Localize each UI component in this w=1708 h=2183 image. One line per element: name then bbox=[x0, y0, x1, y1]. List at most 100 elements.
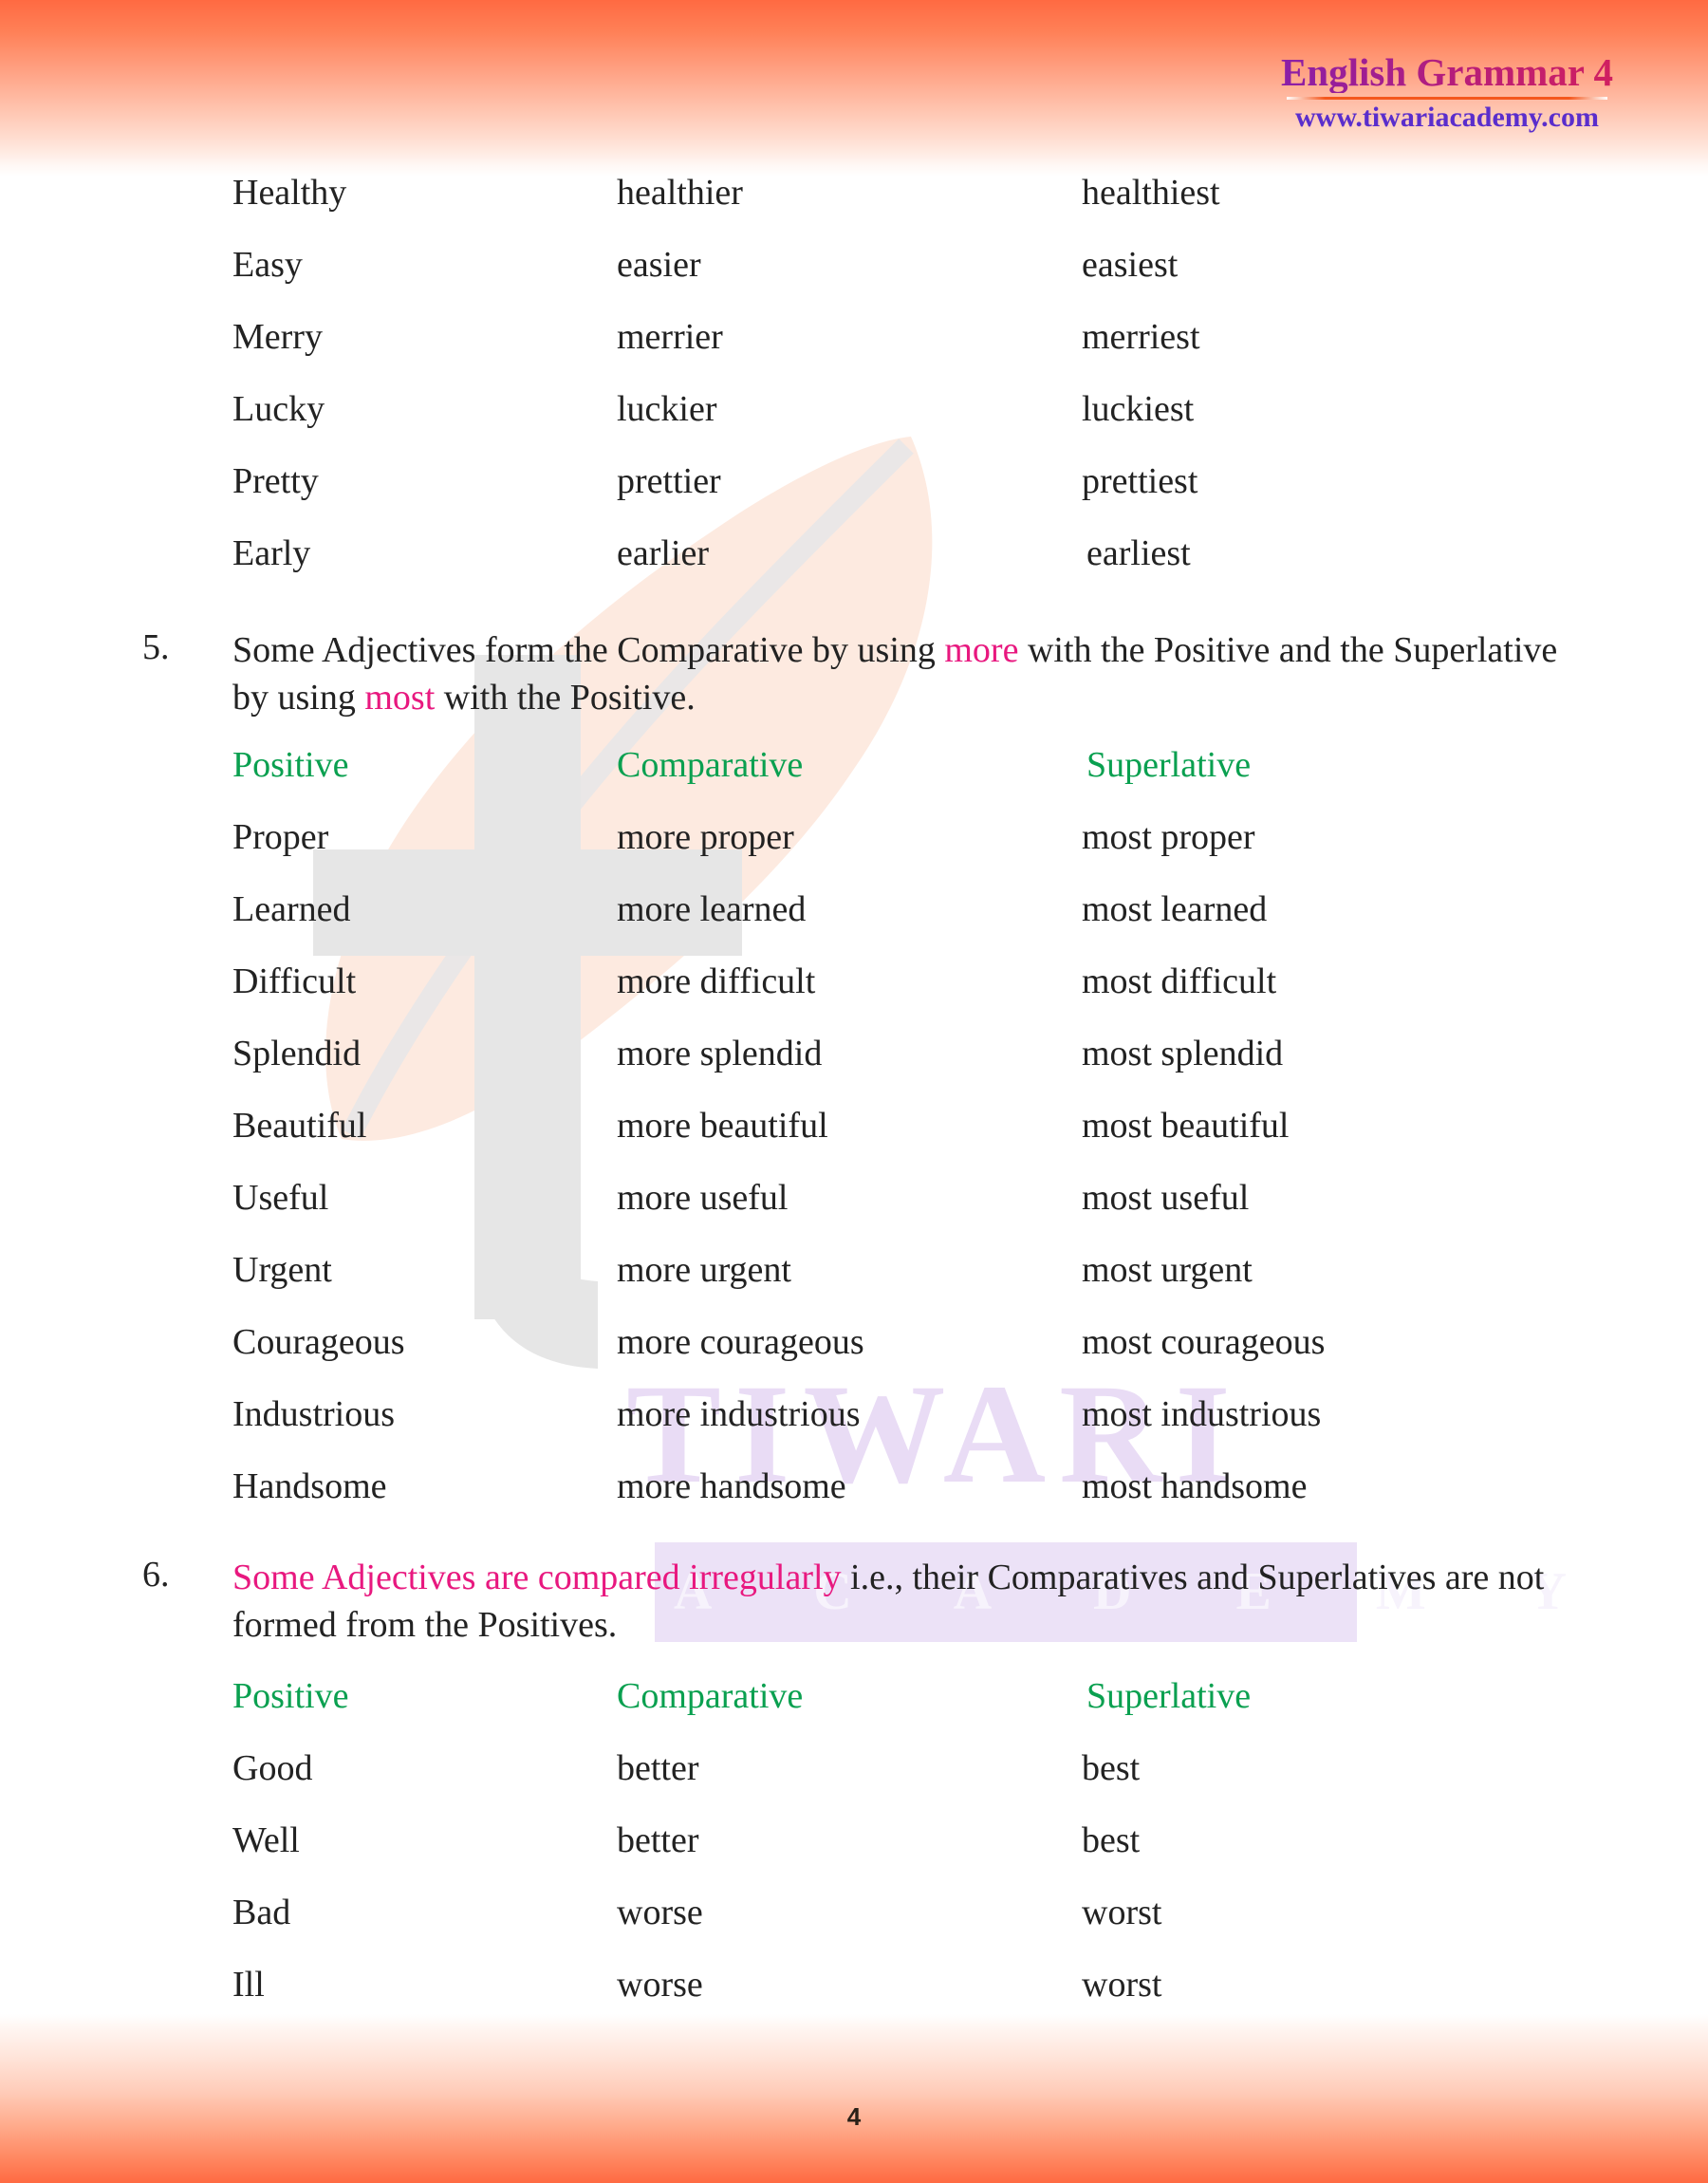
table-row: Useful more useful most useful bbox=[232, 1180, 1580, 1252]
cell-positive: Industrious bbox=[232, 1394, 395, 1434]
cell-comparative: worse bbox=[617, 1893, 703, 1932]
cell-positive: Proper bbox=[232, 817, 329, 857]
more-most-table: Positive Comparative Superlative Proper … bbox=[232, 747, 1580, 1540]
header-divider bbox=[1286, 97, 1607, 101]
cell-positive: Ill bbox=[232, 1965, 265, 2005]
table-row: Pretty prettier prettiest bbox=[232, 463, 1580, 535]
point-6-text: Some Adjectives are compared irregularly… bbox=[232, 1554, 1580, 1649]
cell-comparative: more proper bbox=[617, 817, 794, 857]
cell-superlative: most beautiful bbox=[1082, 1106, 1290, 1146]
table-row: Proper more proper most proper bbox=[232, 819, 1580, 891]
website-url[interactable]: www.tiwariacademy.com bbox=[1281, 103, 1613, 133]
document-page: TIWARI A C A D E M Y English Grammar 4 w… bbox=[0, 0, 1708, 2183]
cell-comparative: easier bbox=[617, 245, 701, 285]
header-superlative: Superlative bbox=[1086, 1676, 1252, 1716]
point-5-text: Some Adjectives form the Comparative by … bbox=[232, 626, 1580, 721]
cell-superlative: earliest bbox=[1086, 533, 1191, 573]
cell-positive: Splendid bbox=[232, 1034, 362, 1073]
cell-superlative: healthiest bbox=[1082, 173, 1220, 213]
table-row: Ill worse worst bbox=[232, 1967, 1580, 2039]
cell-superlative: most industrious bbox=[1082, 1394, 1322, 1434]
cell-comparative: more useful bbox=[617, 1178, 789, 1218]
table-row: Urgent more urgent most urgent bbox=[232, 1252, 1580, 1324]
footer-gradient-band bbox=[0, 2014, 1708, 2183]
cell-comparative: more courageous bbox=[617, 1322, 864, 1362]
cell-superlative: most useful bbox=[1082, 1178, 1250, 1218]
cell-positive: Good bbox=[232, 1748, 313, 1788]
header-comparative: Comparative bbox=[617, 745, 804, 785]
table-row: Easy easier easiest bbox=[232, 247, 1580, 319]
table-row: Good better best bbox=[232, 1750, 1580, 1822]
header-positive: Positive bbox=[232, 745, 349, 785]
table-header-row: Positive Comparative Superlative bbox=[232, 1678, 1580, 1750]
table-row: Well better best bbox=[232, 1822, 1580, 1894]
cell-superlative: most difficult bbox=[1082, 961, 1277, 1001]
table-row: Industrious more industrious most indust… bbox=[232, 1396, 1580, 1468]
point-6-paragraph: 6. Some Adjectives are compared irregula… bbox=[142, 1554, 1580, 1649]
point-5-highlight-most: most bbox=[364, 678, 436, 718]
cell-superlative: most urgent bbox=[1082, 1250, 1253, 1290]
cell-positive: Lucky bbox=[232, 389, 325, 429]
cell-positive: Early bbox=[232, 533, 311, 573]
cell-comparative: earlier bbox=[617, 533, 710, 573]
point-5-highlight-more: more bbox=[944, 630, 1019, 670]
cell-superlative: worst bbox=[1082, 1965, 1162, 2005]
cell-positive: Learned bbox=[232, 889, 351, 929]
point-5-number: 5. bbox=[142, 627, 170, 667]
table-row: Splendid more splendid most splendid bbox=[232, 1036, 1580, 1108]
cell-positive: Pretty bbox=[232, 461, 319, 501]
point-5-line1-before: Some Adjectives form the Comparative by … bbox=[232, 630, 945, 670]
cell-comparative: more urgent bbox=[617, 1250, 791, 1290]
table-row: Learned more learned most learned bbox=[232, 891, 1580, 963]
cell-superlative: most handsome bbox=[1082, 1466, 1308, 1506]
cell-positive: Healthy bbox=[232, 173, 347, 213]
table-row: Healthy healthier healthiest bbox=[232, 175, 1580, 247]
cell-positive: Urgent bbox=[232, 1250, 332, 1290]
cell-positive: Easy bbox=[232, 245, 303, 285]
cell-superlative: most learned bbox=[1082, 889, 1268, 929]
cell-positive: Useful bbox=[232, 1178, 329, 1218]
table-row: Bad worse worst bbox=[232, 1894, 1580, 1967]
table-row: Handsome more handsome most handsome bbox=[232, 1468, 1580, 1540]
table-row: Merry merrier merriest bbox=[232, 319, 1580, 391]
page-number: 4 bbox=[846, 2102, 862, 2131]
cell-superlative: luckiest bbox=[1082, 389, 1195, 429]
header-superlative: Superlative bbox=[1086, 745, 1252, 785]
header-positive: Positive bbox=[232, 1676, 349, 1716]
adjective-table-y-to-ier: Healthy healthier healthiest Easy easier… bbox=[232, 175, 1580, 607]
table-header-row: Positive Comparative Superlative bbox=[232, 747, 1580, 819]
table-row: Difficult more difficult most difficult bbox=[232, 963, 1580, 1036]
cell-superlative: most proper bbox=[1082, 817, 1255, 857]
point-5-line2-after: with the Positive. bbox=[435, 678, 696, 718]
cell-superlative: best bbox=[1082, 1820, 1141, 1860]
cell-superlative: merriest bbox=[1082, 317, 1200, 357]
cell-positive: Bad bbox=[232, 1893, 291, 1932]
table-row: Lucky luckier luckiest bbox=[232, 391, 1580, 463]
point-6-line1-after: i.e., their Comparatives and bbox=[841, 1558, 1250, 1597]
cell-comparative: more handsome bbox=[617, 1466, 846, 1506]
point-5-paragraph: 5. Some Adjectives form the Comparative … bbox=[142, 626, 1580, 721]
table-row: Beautiful more beautiful most beautiful bbox=[232, 1108, 1580, 1180]
page-header: English Grammar 4 www.tiwariacademy.com bbox=[1280, 50, 1613, 133]
book-title: English Grammar 4 bbox=[1280, 50, 1613, 94]
irregular-comparison-table: Positive Comparative Superlative Good be… bbox=[232, 1678, 1580, 2039]
cell-superlative: most splendid bbox=[1082, 1034, 1284, 1073]
point-6-number: 6. bbox=[142, 1555, 170, 1595]
cell-positive: Handsome bbox=[232, 1466, 387, 1506]
cell-comparative: more industrious bbox=[617, 1394, 861, 1434]
cell-comparative: more beautiful bbox=[617, 1106, 828, 1146]
cell-positive: Courageous bbox=[232, 1322, 405, 1362]
table-row: Courageous more courageous most courageo… bbox=[232, 1324, 1580, 1396]
cell-comparative: more splendid bbox=[617, 1034, 823, 1073]
cell-superlative: best bbox=[1082, 1748, 1141, 1788]
cell-superlative: prettiest bbox=[1082, 461, 1198, 501]
cell-comparative: healthier bbox=[617, 173, 743, 213]
cell-superlative: worst bbox=[1082, 1893, 1162, 1932]
cell-positive: Beautiful bbox=[232, 1106, 367, 1146]
header-comparative: Comparative bbox=[617, 1676, 804, 1716]
cell-comparative: merrier bbox=[617, 317, 723, 357]
cell-superlative: most courageous bbox=[1082, 1322, 1326, 1362]
cell-superlative: easiest bbox=[1082, 245, 1179, 285]
cell-positive: Merry bbox=[232, 317, 323, 357]
cell-positive: Well bbox=[232, 1820, 300, 1860]
